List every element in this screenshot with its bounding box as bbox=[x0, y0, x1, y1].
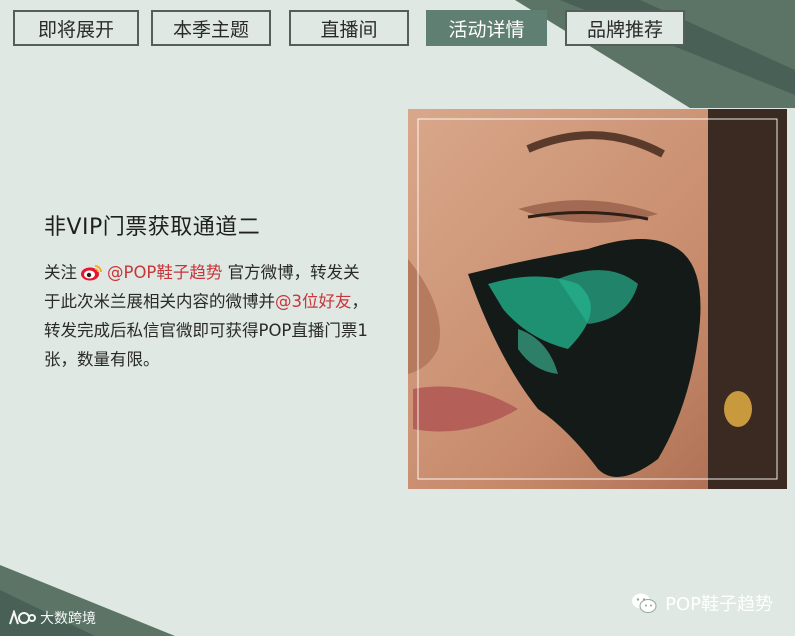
brand-footer: POP鞋子趋势 bbox=[631, 590, 773, 616]
brand-name: POP鞋子趋势 bbox=[665, 594, 773, 615]
mention-friends-link[interactable]: @3位好友 bbox=[275, 292, 352, 311]
tab-coming-soon[interactable]: 即将展开 bbox=[13, 10, 139, 46]
text-follow: 关注 bbox=[44, 263, 77, 282]
weibo-icon bbox=[80, 261, 104, 281]
model-photo bbox=[408, 109, 787, 489]
face-illustration bbox=[408, 109, 787, 489]
watermark-logo-icon bbox=[8, 608, 36, 626]
watermark-text: 大数跨境 bbox=[40, 611, 96, 627]
tab-live-room[interactable]: 直播间 bbox=[289, 10, 409, 46]
tab-event-details[interactable]: 活动详情 bbox=[426, 10, 547, 46]
section-title: 非VIP门票获取通道二 bbox=[44, 215, 261, 240]
event-description: 关注 @POP鞋子趋势 官方微博，转发关于此次米兰展相关内容的微博并@3位好友，… bbox=[44, 258, 374, 374]
watermark: 大数跨境 bbox=[8, 608, 96, 628]
tab-season-theme[interactable]: 本季主题 bbox=[151, 10, 271, 46]
weibo-account-link[interactable]: @POP鞋子趋势 bbox=[107, 263, 222, 282]
wechat-icon bbox=[631, 592, 657, 614]
tab-brand-recommend[interactable]: 品牌推荐 bbox=[565, 10, 685, 46]
